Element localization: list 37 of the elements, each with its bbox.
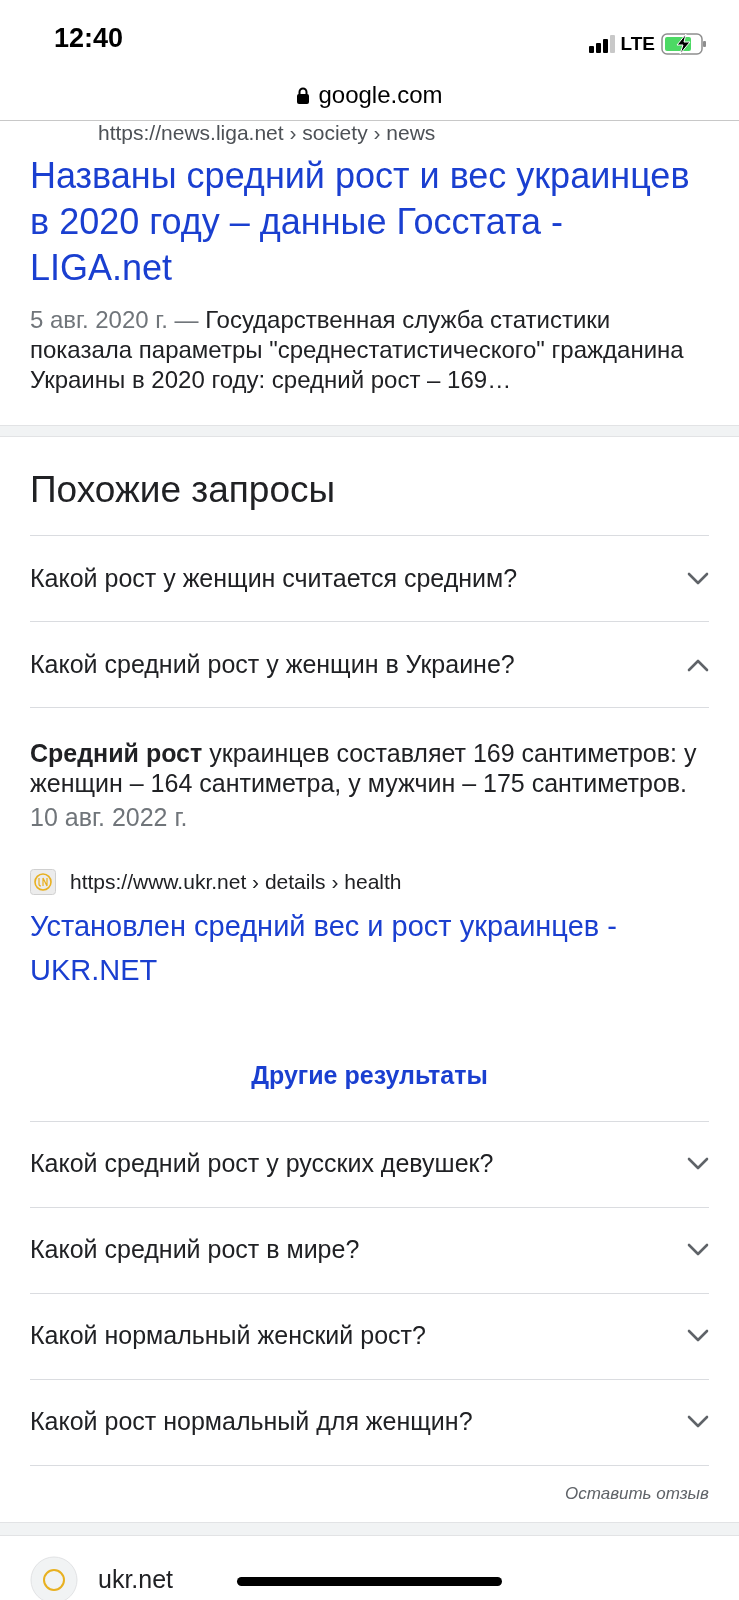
question-text: Какой средний рост в мире?: [30, 1234, 360, 1266]
address-bar[interactable]: google.com: [0, 70, 739, 121]
chevron-down-icon: [687, 1329, 709, 1343]
feedback-link[interactable]: Оставить отзыв: [565, 1480, 709, 1507]
chevron-down-icon: [687, 571, 709, 586]
question-text: Какой средний рост у женщин в Украине?: [30, 648, 515, 680]
site-favicon-icon: [30, 1555, 78, 1600]
question-text: Какой рост нормальный для женщин?: [30, 1406, 473, 1438]
answer-text: Средний рост украинцев составляет 169 сантиметров: у женщин – 164 сантиметра, у мужчин – 175 сантиметров.: [30, 738, 698, 798]
question-text: Какой нормальный женский рост?: [30, 1320, 426, 1352]
result-snippet: 5 авг. 2020 г. — Государственная служба статистики показала параметры "среднестатистического" гражданина Украины в 2020 году: средний рост – 169…: [30, 305, 685, 395]
chevron-down-icon: [687, 1157, 709, 1171]
site-favicon-icon: [30, 868, 56, 895]
result-title-link[interactable]: Названы средний рост и вес украинцев в 2020 году – данные Госстата - LIGA.net: [30, 153, 709, 291]
question-text: Какой средний рост у русских девушек?: [30, 1148, 494, 1180]
question-row[interactable]: Какой средний рост у женщин в Украине?: [30, 622, 709, 708]
question-text: Какой рост у женщин считается средним?: [30, 562, 518, 594]
chevron-up-icon: [687, 657, 709, 672]
question-row[interactable]: Какой средний рост в мире?: [30, 1207, 709, 1294]
answer-date: 10 авг. 2022 г.: [30, 802, 189, 833]
more-results-button[interactable]: Другие результаты: [251, 1057, 488, 1095]
question-row[interactable]: Какой нормальный женский рост?: [30, 1293, 709, 1380]
network-label: LTE: [620, 31, 655, 56]
source-url: https://www.ukr.net › details › health: [70, 869, 402, 895]
chevron-down-icon: [687, 1243, 709, 1257]
question-row[interactable]: Какой средний рост у русских девушек?: [30, 1121, 709, 1208]
result-link[interactable]: Установлен средний вес и рост украинцев - UKR.NET: [30, 903, 709, 992]
chevron-down-icon: [687, 1415, 709, 1429]
site-name: ukr.net: [98, 1563, 174, 1595]
signal-icon: [588, 34, 615, 53]
lock-icon: [296, 86, 311, 104]
status-time: 12:40: [54, 21, 124, 55]
question-row[interactable]: Какой рост нормальный для женщин?: [30, 1379, 709, 1466]
breadcrumb-url: https://news.liga.net › society › news: [98, 122, 436, 144]
address-domain: google.com: [318, 80, 443, 110]
section-heading: Похожие запросы: [30, 437, 709, 536]
question-row[interactable]: Какой рост у женщин считается средним?: [30, 536, 709, 622]
